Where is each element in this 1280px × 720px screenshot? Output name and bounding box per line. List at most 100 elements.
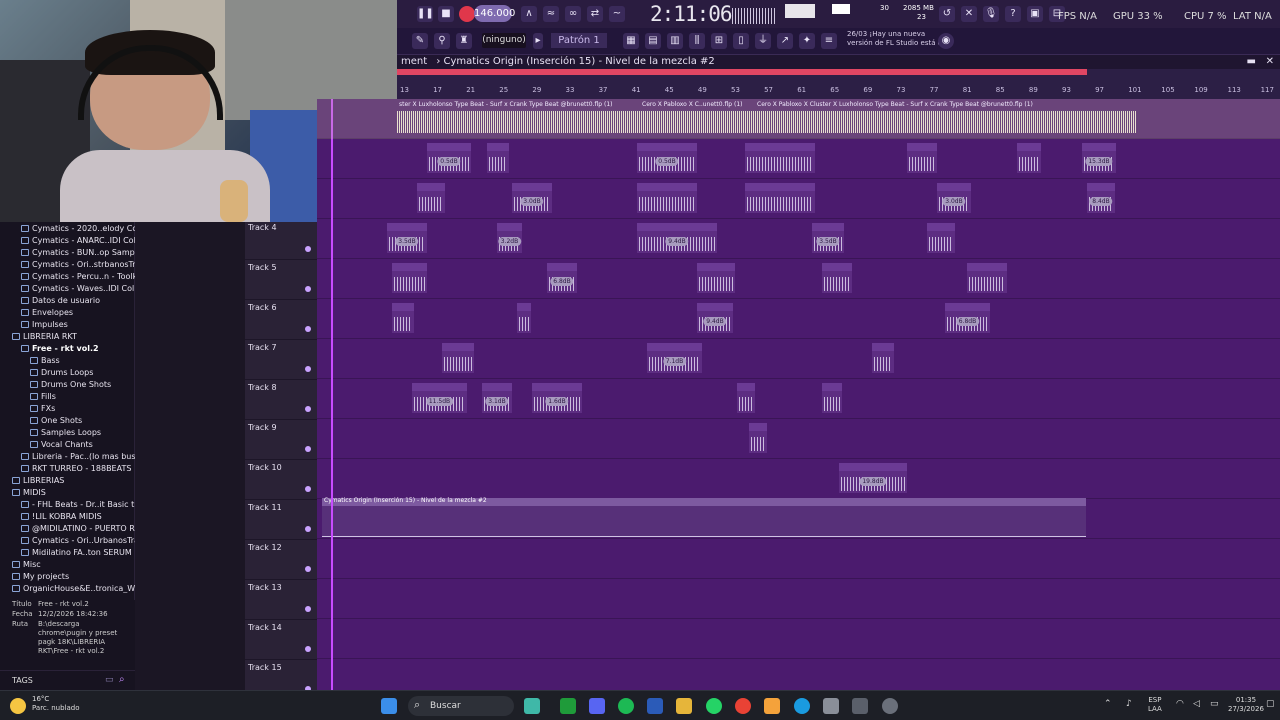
pause-icon[interactable]: ❚❚ bbox=[417, 6, 434, 22]
browser-item[interactable]: Cymatics - Waves..IDI Collection bbox=[21, 284, 135, 293]
track-mute-led-icon[interactable] bbox=[305, 486, 311, 492]
audio-clip[interactable] bbox=[737, 383, 755, 413]
audio-clip[interactable]: 6.8dB bbox=[547, 263, 577, 293]
app-icon[interactable] bbox=[852, 698, 868, 714]
browser-item[interactable]: Cymatics - BUN..op Sample Pack bbox=[21, 248, 135, 257]
discord-icon[interactable] bbox=[589, 698, 605, 714]
browser-item[interactable]: Envelopes bbox=[21, 308, 135, 317]
browser-item[interactable]: Cymatics - ANARC..IDI Collection bbox=[21, 236, 135, 245]
browser-item[interactable]: My projects bbox=[12, 572, 135, 581]
browser-item[interactable]: MIDIS bbox=[12, 488, 135, 497]
snap-select[interactable]: (ninguno) bbox=[482, 33, 526, 48]
audio-clip[interactable] bbox=[442, 343, 474, 373]
audio-clip[interactable] bbox=[1017, 143, 1041, 173]
calculator-icon[interactable] bbox=[823, 698, 839, 714]
song-position-clock[interactable]: 2:11:06 bbox=[650, 2, 733, 26]
loop-region[interactable] bbox=[397, 69, 1087, 75]
audio-clip[interactable]: ble_3C bbox=[697, 263, 735, 293]
edge-icon[interactable] bbox=[794, 698, 810, 714]
playlist-lane[interactable] bbox=[317, 459, 1280, 499]
track-header[interactable]: Track 5 bbox=[245, 260, 317, 300]
audio-clip[interactable]: 3.5dB bbox=[387, 223, 427, 253]
settings-icon[interactable]: ≡ bbox=[821, 33, 837, 49]
wait-icon[interactable]: ≈ bbox=[543, 6, 559, 22]
automation-clip[interactable]: Cymatics Origin (Inserción 15) - Nivel d… bbox=[322, 497, 1086, 537]
track-header[interactable]: Track 14 bbox=[245, 620, 317, 660]
audio-clip[interactable] bbox=[822, 383, 842, 413]
weather-widget[interactable]: 16°C Parc. nublado bbox=[32, 695, 80, 713]
browser-item[interactable]: RKT TURREO - 188BEATS bbox=[21, 464, 135, 473]
chrome-icon[interactable] bbox=[735, 698, 751, 714]
stop-icon[interactable]: ■ bbox=[438, 6, 454, 22]
browser-icon[interactable]: ▯ bbox=[733, 33, 749, 49]
language-indicator[interactable]: ESP LAA bbox=[1148, 696, 1162, 714]
playlist-lane[interactable] bbox=[317, 419, 1280, 459]
minimize-icon[interactable]: ▬ bbox=[1247, 55, 1256, 69]
track-mute-led-icon[interactable] bbox=[305, 526, 311, 532]
word-icon[interactable] bbox=[647, 698, 663, 714]
playlist-lane[interactable] bbox=[317, 619, 1280, 659]
record-icon[interactable] bbox=[459, 6, 475, 22]
audio-clip[interactable]: 1.6dB bbox=[532, 383, 582, 413]
metronome-icon[interactable]: ∧ bbox=[521, 6, 537, 22]
audio-clip[interactable]: bien_MIC bbox=[822, 263, 852, 293]
mic-icon[interactable]: 🎙 bbox=[983, 6, 999, 22]
pattern-prev-icon[interactable]: ▸ bbox=[533, 33, 543, 49]
track-mute-led-icon[interactable] bbox=[305, 646, 311, 652]
track-mute-led-icon[interactable] bbox=[305, 286, 311, 292]
tray-chevron-icon[interactable]: ⌃ bbox=[1104, 699, 1112, 709]
timeline-ruler[interactable]: 13 17 21 25 29 33 37 41 45 49 53 57 61 65 69 73 77 81 85 89… bbox=[397, 69, 1280, 99]
track-header[interactable]: Track 12 bbox=[245, 540, 317, 580]
browser-item[interactable]: Misc bbox=[12, 560, 135, 569]
audio-clip[interactable]: 7.1dB bbox=[647, 343, 702, 373]
track-header[interactable]: Track 9 bbox=[245, 420, 317, 460]
track-header[interactable]: Track 6 bbox=[245, 300, 317, 340]
pattern-select[interactable]: Patrón 1 bbox=[551, 33, 607, 48]
browser-item[interactable]: Impulses bbox=[21, 320, 135, 329]
tempo-display[interactable]: 146.000 bbox=[474, 5, 515, 22]
browser-item[interactable]: Libreria - Pac..(lo mas buscado) bbox=[21, 452, 135, 461]
browser-item[interactable]: Datos de usuario bbox=[21, 296, 135, 305]
update-hint[interactable]: 26/03 ¡Hay una nueva versión de FL Studi… bbox=[847, 30, 947, 48]
track-header[interactable]: Track 4 bbox=[245, 220, 317, 260]
audio-clip[interactable]: GRABA_30_MIC 9.4dB bbox=[637, 223, 717, 253]
track-mute-led-icon[interactable] bbox=[305, 366, 311, 372]
audio-clip[interactable]: G_MIC 3.0dB bbox=[937, 183, 971, 213]
audio-clip[interactable]: GRA_45_MIC 0.5dB bbox=[427, 143, 471, 173]
playlist-lane[interactable] bbox=[317, 219, 1280, 259]
plug-icon[interactable]: ⏚ bbox=[755, 33, 771, 49]
audio-clip[interactable]: GRABA_4-20_MIC bbox=[745, 183, 815, 213]
track-mute-led-icon[interactable] bbox=[305, 446, 311, 452]
audio-clip[interactable]: GRABA_6-50_MIC bbox=[745, 143, 815, 173]
playlist-icon[interactable]: ▦ bbox=[623, 33, 639, 49]
mixer-cross-icon[interactable]: ✕ bbox=[961, 6, 977, 22]
track-header[interactable]: Track 13 bbox=[245, 580, 317, 620]
countdown-icon[interactable]: ∞ bbox=[565, 6, 581, 22]
track-header[interactable]: Track 8 bbox=[245, 380, 317, 420]
playlist-lane[interactable] bbox=[317, 299, 1280, 339]
browser-item[interactable]: !LIL KOBRA MIDIS bbox=[21, 512, 135, 521]
browser-item[interactable]: Cymatics - 2020..elody Collection bbox=[21, 224, 135, 233]
start-icon[interactable] bbox=[381, 698, 397, 714]
audio-clip[interactable]: GRABA_4-20_MIC 0.5dB bbox=[637, 143, 697, 173]
browser-item[interactable]: - FHL Beats - Dr..it Basic trapity bbox=[21, 500, 135, 509]
browser-item[interactable]: Drums One Shots bbox=[30, 380, 135, 389]
paint-icon[interactable]: ⚲ bbox=[434, 33, 450, 49]
browser-item[interactable]: Fills bbox=[30, 392, 135, 401]
audio-clip[interactable] bbox=[872, 343, 894, 373]
widgets-icon[interactable] bbox=[524, 698, 540, 714]
whatsapp-icon[interactable] bbox=[706, 698, 722, 714]
playlist-lane[interactable] bbox=[317, 579, 1280, 619]
audio-clip[interactable] bbox=[749, 423, 767, 453]
weather-icon[interactable] bbox=[10, 698, 26, 714]
audio-clip[interactable]: 3.2dB bbox=[497, 223, 522, 253]
audio-clip[interactable] bbox=[392, 303, 414, 333]
pencil-icon[interactable]: ✎ bbox=[412, 33, 428, 49]
step-icon[interactable]: ~ bbox=[609, 6, 625, 22]
playlist-lane[interactable] bbox=[317, 259, 1280, 299]
browser-item[interactable]: Samples Loops bbox=[30, 428, 135, 437]
settings-gear-icon[interactable] bbox=[882, 698, 898, 714]
audio-clip[interactable]: 3.1dB bbox=[482, 383, 512, 413]
wifi-icon[interactable]: ◠ bbox=[1176, 699, 1184, 709]
spotify-icon[interactable] bbox=[618, 698, 634, 714]
